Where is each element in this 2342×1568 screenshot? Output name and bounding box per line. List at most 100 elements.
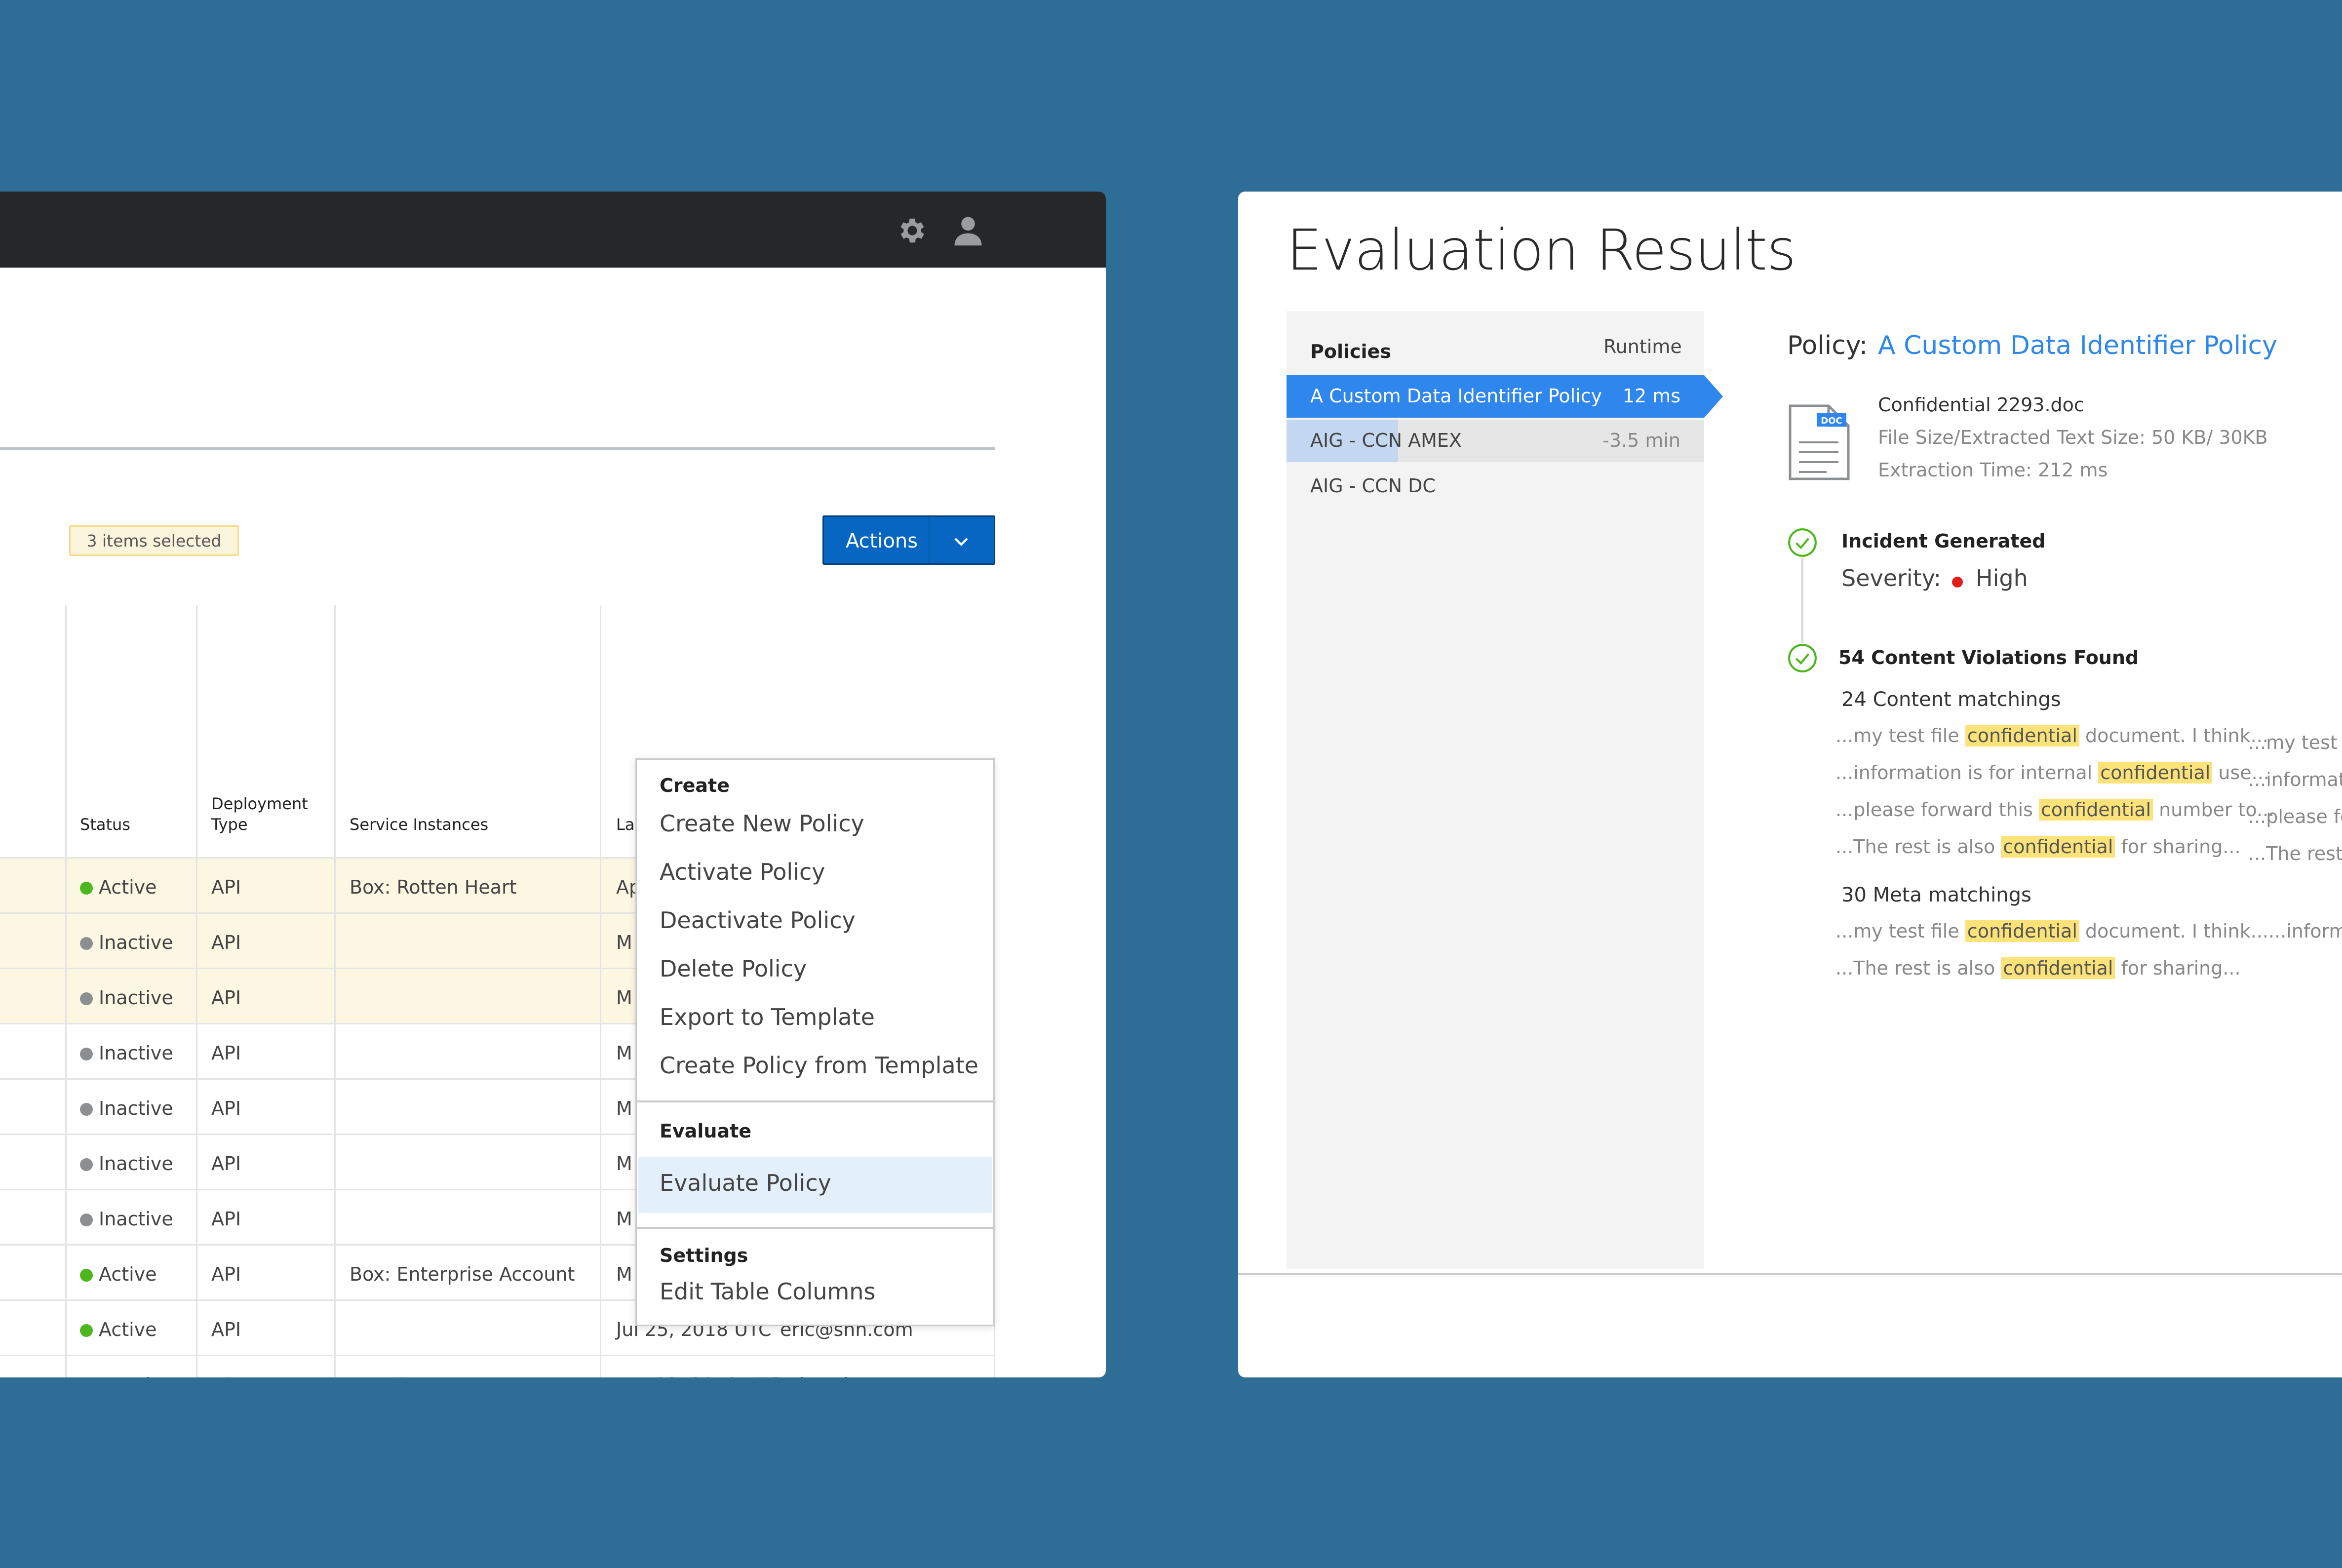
status-dot-icon — [80, 882, 93, 895]
service-instance-cell: Box: Rotten Heart — [350, 1374, 517, 1377]
snippet-pre-text: ...please forward this — [1835, 799, 2039, 821]
policy-list-item[interactable]: AIG - CCN DC — [1287, 465, 1704, 508]
doc-badge-label: DOC — [1821, 416, 1842, 426]
keyword-highlight: confidential — [1965, 725, 2079, 746]
deployment-type-cell: API — [211, 932, 241, 953]
severity-value: High — [1976, 565, 2028, 591]
policy-list-item-name: A Custom Data Identifier Policy — [1310, 385, 1602, 407]
menu-separator — [637, 1227, 993, 1229]
check-circle-icon — [1788, 644, 1817, 672]
keyword-highlight: confidential — [1965, 920, 2079, 942]
status-cell: Inactive — [80, 1208, 173, 1230]
match-snippet: ...please forward this confidential numb… — [1835, 799, 2274, 821]
last-modified-cell: M — [616, 1042, 632, 1064]
menu-heading-settings: Settings — [660, 1245, 748, 1266]
match-snippet-truncated: ...informat — [2248, 769, 2342, 790]
last-modified-cell: M — [616, 987, 632, 1009]
panel-header-policies: Policies — [1310, 341, 1391, 362]
policy-list-item-selected[interactable]: A Custom Data Identifier Policy 12 ms — [1287, 375, 1723, 418]
menu-item-create-new-policy[interactable]: Create New Policy — [660, 810, 864, 837]
menu-item-activate-policy[interactable]: Activate Policy — [660, 859, 825, 885]
menu-item-create-policy-from-template[interactable]: Create Policy from Template — [660, 1052, 978, 1079]
service-instance-cell: Box: Rotten Heart — [350, 876, 517, 898]
deployment-type-cell: API — [211, 1042, 241, 1064]
keyword-highlight: confidential — [2039, 799, 2153, 821]
match-snippet: ...The rest is also confidential for sha… — [1835, 836, 2241, 858]
menu-heading-evaluate: Evaluate — [660, 1120, 752, 1142]
menu-item-edit-table-columns[interactable]: Edit Table Columns — [660, 1278, 875, 1305]
policy-list-item-runtime: 12 ms — [1622, 385, 1680, 407]
column-divider — [196, 605, 197, 1377]
table-row[interactable]: Inactive API Box: Rotten Heart Apr 02, 2019… — [0, 1355, 995, 1377]
status-cell: Inactive — [80, 1153, 173, 1175]
menu-item-export-to-template[interactable]: Export to Template — [660, 1004, 875, 1030]
page-title: Evaluation Results — [1287, 217, 1796, 283]
column-header-service-instances[interactable]: Service Instances — [350, 815, 488, 834]
status-text: Inactive — [99, 1374, 173, 1377]
match-snippet: ...information is for internal confident… — [1835, 762, 2269, 784]
match-snippet: ...The rest is also confidential for sha… — [1835, 957, 2241, 979]
menu-item-delete-policy[interactable]: Delete Policy — [660, 955, 807, 982]
menu-heading-create: Create — [660, 775, 730, 796]
section-divider — [0, 447, 995, 450]
status-cell: Active — [80, 1319, 157, 1340]
status-dot-icon — [80, 937, 93, 950]
status-cell: Inactive — [80, 1098, 173, 1119]
status-cell: Inactive — [80, 1374, 173, 1377]
status-text: Inactive — [99, 1042, 173, 1064]
snippet-pre-text: ...The rest is also — [1835, 836, 2001, 858]
menu-item-deactivate-policy[interactable]: Deactivate Policy — [660, 907, 856, 934]
status-text: Inactive — [99, 1208, 173, 1230]
snippet-post-text: document. I think......informatio — [2085, 920, 2342, 942]
gear-icon[interactable] — [896, 214, 929, 247]
user-profile-icon[interactable] — [952, 214, 984, 247]
status-cell: Inactive — [80, 987, 173, 1009]
top-navigation-bar — [0, 192, 1106, 268]
severity-indicator-dot — [1952, 577, 1963, 588]
selection-arrow — [1704, 375, 1723, 418]
status-cell: Active — [80, 1263, 157, 1285]
menu-item-evaluate-policy[interactable]: Evaluate Policy — [660, 1170, 831, 1196]
snippet-post-text: for sharing... — [2115, 957, 2241, 979]
column-divider — [600, 605, 601, 1377]
status-dot-icon — [80, 1214, 93, 1226]
column-header-status[interactable]: Status — [80, 815, 130, 834]
content-matchings-label: 24 Content matchings — [1841, 688, 2061, 711]
severity-label: Severity: — [1841, 565, 1942, 591]
match-snippet-truncated: ...The rest — [2248, 843, 2342, 864]
deployment-type-cell: API — [211, 1319, 241, 1340]
incident-generated-heading: Incident Generated — [1841, 530, 2046, 552]
extraction-time-info: Extraction Time: 212 ms — [1878, 459, 2108, 481]
menu-separator — [637, 1100, 993, 1102]
service-instance-cell: Box: Enterprise Account — [350, 1263, 575, 1285]
last-modified-cell: M — [616, 1263, 632, 1285]
status-dot-icon — [80, 1048, 93, 1060]
status-dot-icon — [80, 1324, 93, 1337]
column-header-deployment-type-line1[interactable]: Deployment — [211, 794, 308, 814]
snippet-pre-text: ...my test file — [1835, 725, 1965, 746]
match-snippet-truncated: ...my test f — [2248, 732, 2342, 753]
status-dot-icon — [80, 992, 93, 1005]
policy-list-item-name: AIG - CCN DC — [1310, 475, 1436, 497]
meta-matchings-label: 30 Meta matchings — [1841, 884, 2031, 906]
last-modified-cell: M — [616, 1153, 632, 1175]
violations-found-heading: 54 Content Violations Found — [1838, 647, 2139, 668]
column-divider — [65, 605, 67, 1377]
timeline-connector — [1801, 558, 1803, 643]
deployment-type-cell: API — [211, 987, 241, 1009]
actions-button-label: Actions — [846, 530, 918, 552]
actions-button-separator — [929, 517, 930, 563]
status-text: Active — [99, 876, 157, 898]
check-circle-icon — [1788, 528, 1817, 557]
keyword-highlight: confidential — [2001, 957, 2115, 979]
policy-list-item[interactable]: AIG - CCN AMEX -3.5 min — [1287, 420, 1704, 462]
actions-dropdown-button[interactable]: Actions — [822, 515, 995, 565]
deployment-type-cell: API — [211, 1208, 241, 1230]
keyword-highlight: confidential — [2001, 836, 2115, 858]
deployment-type-cell: API — [211, 1153, 241, 1175]
column-header-last[interactable]: La — [616, 815, 634, 834]
actions-dropdown-menu: Create Create New Policy Activate Policy… — [635, 758, 995, 1326]
policy-name-link[interactable]: A Custom Data Identifier Policy — [1878, 331, 2277, 360]
column-header-deployment-type-line2[interactable]: Type — [211, 815, 248, 834]
snippet-post-text: for sharing... — [2115, 836, 2241, 858]
